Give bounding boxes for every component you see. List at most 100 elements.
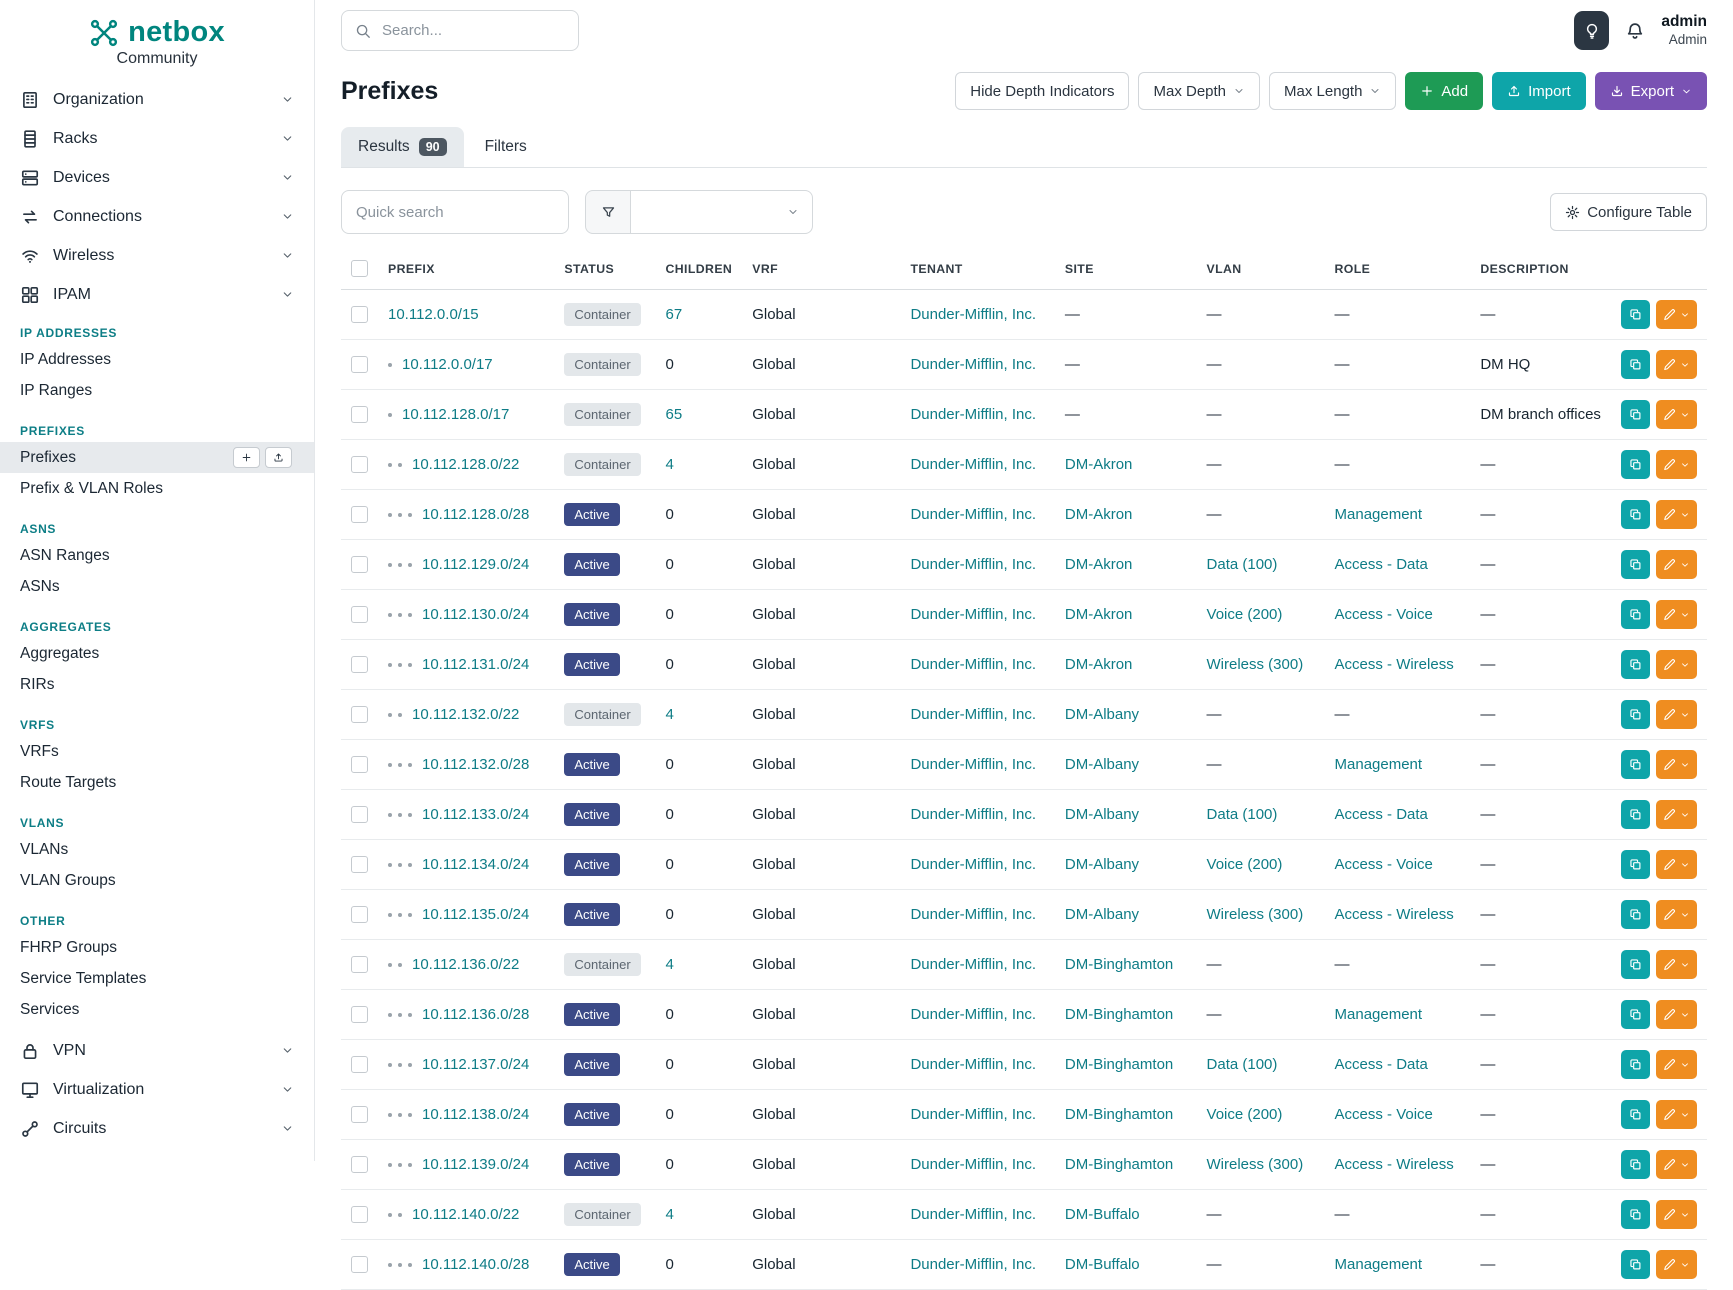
role-link[interactable]: Access - Data	[1335, 1056, 1428, 1073]
site-link[interactable]: DM-Buffalo	[1065, 1206, 1140, 1223]
children-link[interactable]: 4	[665, 1206, 673, 1223]
role-link[interactable]: Management	[1335, 1006, 1423, 1023]
role-link[interactable]: Access - Voice	[1335, 606, 1433, 623]
clone-button[interactable]	[1621, 700, 1650, 729]
role-link[interactable]: Management	[1335, 1256, 1423, 1273]
vlan-link[interactable]: Voice (200)	[1207, 606, 1283, 623]
row-checkbox[interactable]	[351, 756, 368, 773]
sidebar-item-devices[interactable]: Devices	[0, 158, 314, 197]
prefix-link[interactable]: 10.112.128.0/28	[422, 506, 529, 523]
clone-button[interactable]	[1621, 650, 1650, 679]
vlan-link[interactable]: Wireless (300)	[1207, 656, 1304, 673]
row-checkbox[interactable]	[351, 356, 368, 373]
column-header-role[interactable]: ROLE	[1325, 248, 1471, 290]
tenant-link[interactable]: Dunder-Mifflin, Inc.	[910, 656, 1036, 673]
sidebar-item-aggregates[interactable]: Aggregates	[0, 638, 314, 669]
prefix-link[interactable]: 10.112.134.0/24	[422, 856, 529, 873]
tenant-link[interactable]: Dunder-Mifflin, Inc.	[910, 406, 1036, 423]
search-input[interactable]	[382, 22, 565, 39]
prefix-link[interactable]: 10.112.130.0/24	[422, 606, 529, 623]
notifications-button[interactable]	[1625, 21, 1645, 41]
edit-button[interactable]	[1656, 700, 1697, 729]
sidebar-item-virtualization[interactable]: Virtualization	[0, 1070, 314, 1109]
row-checkbox[interactable]	[351, 306, 368, 323]
row-checkbox[interactable]	[351, 606, 368, 623]
tenant-link[interactable]: Dunder-Mifflin, Inc.	[910, 356, 1036, 373]
sidebar-item-prefixes[interactable]: Prefixes	[0, 442, 314, 473]
role-link[interactable]: Management	[1335, 506, 1423, 523]
prefix-link[interactable]: 10.112.137.0/24	[422, 1056, 529, 1073]
edit-button[interactable]	[1656, 650, 1697, 679]
sidebar-item-rirs[interactable]: RIRs	[0, 669, 314, 700]
sidebar-item-vpn[interactable]: VPN	[0, 1031, 314, 1070]
prefix-link[interactable]: 10.112.139.0/24	[422, 1156, 529, 1173]
row-checkbox[interactable]	[351, 806, 368, 823]
prefix-link[interactable]: 10.112.132.0/28	[422, 756, 529, 773]
add-button[interactable]: Add	[1405, 72, 1483, 110]
prefix-link[interactable]: 10.112.135.0/24	[422, 906, 529, 923]
role-link[interactable]: Access - Voice	[1335, 856, 1433, 873]
role-link[interactable]: Access - Data	[1335, 556, 1428, 573]
sidebar-item-racks[interactable]: Racks	[0, 119, 314, 158]
column-header-description[interactable]: DESCRIPTION	[1470, 248, 1611, 290]
saved-filter-select[interactable]	[631, 190, 813, 234]
sidebar-item-ipam[interactable]: IPAM	[0, 275, 314, 314]
site-link[interactable]: DM-Akron	[1065, 606, 1133, 623]
clone-button[interactable]	[1621, 950, 1650, 979]
site-link[interactable]: DM-Binghamton	[1065, 1056, 1173, 1073]
prefix-link[interactable]: 10.112.133.0/24	[422, 806, 529, 823]
prefix-link[interactable]: 10.112.138.0/24	[422, 1106, 529, 1123]
site-link[interactable]: DM-Akron	[1065, 506, 1133, 523]
vlan-link[interactable]: Voice (200)	[1207, 1106, 1283, 1123]
site-link[interactable]: DM-Binghamton	[1065, 956, 1173, 973]
vlan-link[interactable]: Data (100)	[1207, 1056, 1278, 1073]
tenant-link[interactable]: Dunder-Mifflin, Inc.	[910, 756, 1036, 773]
row-checkbox[interactable]	[351, 556, 368, 573]
prefix-link[interactable]: 10.112.0.0/15	[388, 306, 479, 323]
sidebar-item-prefix-vlan-roles[interactable]: Prefix & VLAN Roles	[0, 473, 314, 504]
edit-button[interactable]	[1656, 1150, 1697, 1179]
edit-button[interactable]	[1656, 300, 1697, 329]
column-header-vrf[interactable]: VRF	[742, 248, 900, 290]
role-link[interactable]: Access - Data	[1335, 806, 1428, 823]
tenant-link[interactable]: Dunder-Mifflin, Inc.	[910, 856, 1036, 873]
prefix-link[interactable]: 10.112.128.0/17	[402, 406, 509, 423]
clone-button[interactable]	[1621, 1100, 1650, 1129]
prefix-link[interactable]: 10.112.0.0/17	[402, 356, 493, 373]
clone-button[interactable]	[1621, 300, 1650, 329]
row-checkbox[interactable]	[351, 406, 368, 423]
clone-button[interactable]	[1621, 600, 1650, 629]
user-menu[interactable]: admin Admin	[1661, 13, 1707, 48]
tab-results[interactable]: Results 90	[341, 127, 464, 167]
clone-button[interactable]	[1621, 450, 1650, 479]
site-link[interactable]: DM-Binghamton	[1065, 1156, 1173, 1173]
column-header-prefix[interactable]: PREFIX	[378, 248, 554, 290]
role-link[interactable]: Access - Wireless	[1335, 906, 1454, 923]
sidebar-item-vlan-groups[interactable]: VLAN Groups	[0, 865, 314, 896]
tenant-link[interactable]: Dunder-Mifflin, Inc.	[910, 956, 1036, 973]
site-link[interactable]: DM-Akron	[1065, 656, 1133, 673]
configure-table-button[interactable]: Configure Table	[1550, 193, 1707, 231]
tenant-link[interactable]: Dunder-Mifflin, Inc.	[910, 806, 1036, 823]
vlan-link[interactable]: Wireless (300)	[1207, 906, 1304, 923]
site-link[interactable]: DM-Binghamton	[1065, 1006, 1173, 1023]
column-header-site[interactable]: SITE	[1055, 248, 1197, 290]
clone-button[interactable]	[1621, 550, 1650, 579]
edit-button[interactable]	[1656, 550, 1697, 579]
edit-button[interactable]	[1656, 1100, 1697, 1129]
edit-button[interactable]	[1656, 900, 1697, 929]
brand-link[interactable]: netbox Community	[0, 10, 314, 80]
export-button[interactable]: Export	[1595, 72, 1707, 110]
tenant-link[interactable]: Dunder-Mifflin, Inc.	[910, 906, 1036, 923]
row-checkbox[interactable]	[351, 1206, 368, 1223]
column-header-tenant[interactable]: TENANT	[900, 248, 1054, 290]
sidebar-item-organization[interactable]: Organization	[0, 80, 314, 119]
edit-button[interactable]	[1656, 500, 1697, 529]
vlan-link[interactable]: Wireless (300)	[1207, 1156, 1304, 1173]
sidebar-item-asn-ranges[interactable]: ASN Ranges	[0, 540, 314, 571]
edit-button[interactable]	[1656, 1250, 1697, 1279]
select-all-checkbox[interactable]	[351, 260, 368, 277]
site-link[interactable]: DM-Albany	[1065, 856, 1139, 873]
children-link[interactable]: 4	[665, 706, 673, 723]
row-checkbox[interactable]	[351, 1156, 368, 1173]
